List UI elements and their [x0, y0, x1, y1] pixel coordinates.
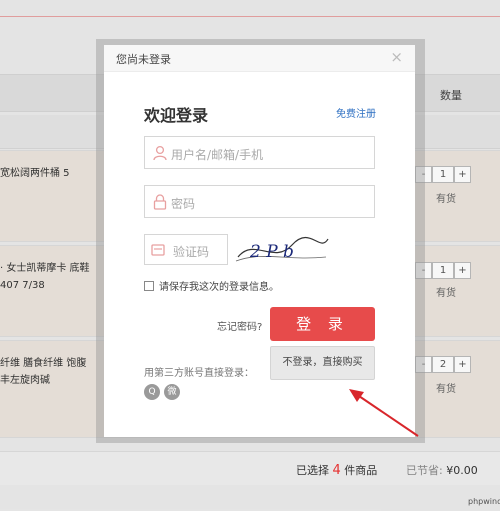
buy-without-login-button[interactable]: 不登录，直接购买 — [270, 346, 375, 380]
captcha-field[interactable]: 验证码 — [144, 234, 228, 265]
qq-icon[interactable]: Q — [144, 384, 160, 400]
welcome-heading: 欢迎登录 — [144, 106, 209, 125]
captcha-placeholder: 验证码 — [173, 245, 210, 259]
remember-option[interactable]: 请保存我这次的登录信息。 — [144, 278, 279, 293]
remember-label: 请保存我这次的登录信息。 — [159, 282, 279, 293]
register-link[interactable]: 免费注册 — [336, 105, 376, 120]
username-field[interactable]: 用户名/邮箱/手机 — [144, 136, 375, 169]
modal-title: 您尚未登录 — [116, 53, 171, 66]
remember-checkbox[interactable] — [144, 280, 154, 291]
captcha-icon — [151, 244, 165, 256]
login-modal: 您尚未登录 × 欢迎登录 免费注册 用户名/邮箱/手机 密码 验证码 2 P b… — [104, 45, 415, 437]
password-placeholder: 密码 — [171, 197, 196, 211]
social-login-icons: Q 微 — [144, 384, 180, 400]
captcha-text: 2 P b — [249, 242, 294, 262]
username-placeholder: 用户名/邮箱/手机 — [171, 148, 264, 162]
lock-icon — [153, 194, 167, 210]
close-icon[interactable]: × — [390, 48, 403, 66]
login-button[interactable]: 登 录 — [270, 307, 375, 341]
third-party-label: 用第三方账号直接登录： — [144, 368, 254, 379]
password-field[interactable]: 密码 — [144, 185, 375, 218]
captcha-image[interactable]: 2 P b — [234, 231, 330, 267]
forgot-password-link[interactable]: 忘记密码? — [217, 318, 262, 333]
weibo-icon[interactable]: 微 — [164, 384, 180, 400]
modal-title-bar: 您尚未登录 × — [104, 45, 415, 72]
user-icon — [153, 145, 167, 161]
